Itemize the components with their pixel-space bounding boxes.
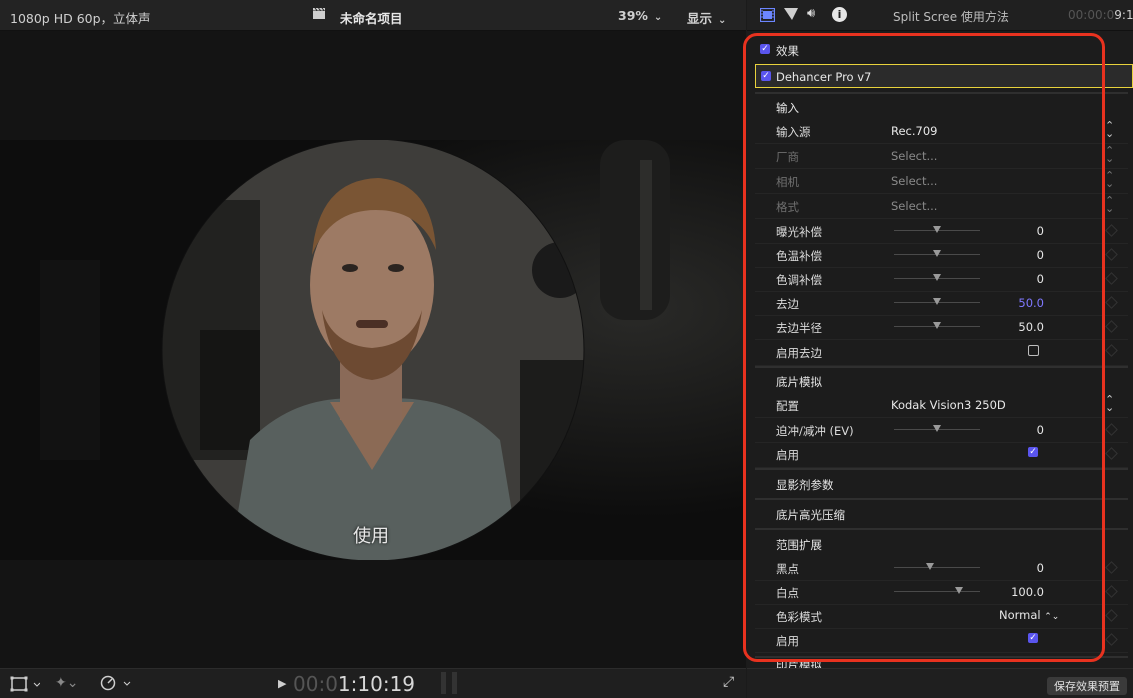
timecode-display[interactable]: 00:01:10:19 <box>293 672 415 696</box>
keyframe-icon[interactable] <box>1105 344 1118 357</box>
keyframe-icon[interactable] <box>1105 248 1118 261</box>
viewer-toolbar: 1080p HD 60p，立体声 未命名项目 39% ⌄ 显示 ⌄ <box>0 0 746 31</box>
play-icon[interactable]: ▶ <box>278 677 286 690</box>
keyframe-icon[interactable] <box>1105 561 1118 574</box>
keyframe-icon[interactable] <box>1105 609 1118 622</box>
subtitle-text: 使用 <box>353 526 389 547</box>
annotation-highlight <box>743 33 1105 662</box>
inspector-toolbar: 🔊︎ i Split Scree 使用方法 00:00:09:17 <box>747 0 1133 31</box>
stepper-icon[interactable]: ⌃ ⌄ <box>1105 145 1114 164</box>
level-meter <box>441 672 446 694</box>
level-meter <box>452 672 457 694</box>
viewer-bottom-bar: ✦⌄ ▶ 00:01:10:19 ⤢ <box>0 668 746 698</box>
color-inspector-icon[interactable] <box>784 7 798 24</box>
inspector-bottom-bar: 保存效果预置 <box>747 668 1133 698</box>
format-label: 1080p HD 60p，立体声 <box>10 11 151 26</box>
chevron-down-icon: ⌄ <box>718 15 727 26</box>
keyframe-icon[interactable] <box>1105 423 1118 436</box>
clip-timecode-dim: 00:00:0 <box>1068 8 1115 22</box>
fullscreen-icon[interactable]: ⤢ <box>723 674 734 690</box>
magic-wand-icon[interactable]: ✦⌄ <box>55 675 78 691</box>
keyframe-icon[interactable] <box>1105 272 1118 285</box>
display-menu[interactable]: 显示 ⌄ <box>687 8 726 27</box>
keyframe-icon[interactable] <box>1105 633 1118 646</box>
save-preset-button[interactable]: 保存效果预置 <box>1047 677 1127 695</box>
stepper-icon[interactable]: ⌃ ⌄ <box>1105 170 1114 189</box>
clapper-icon <box>312 7 326 23</box>
keyframe-icon[interactable] <box>1105 585 1118 598</box>
speed-icon[interactable] <box>100 675 134 694</box>
keyframe-icon[interactable] <box>1105 224 1118 237</box>
stepper-icon[interactable]: ⌃ ⌄ <box>1105 195 1114 214</box>
clip-timecode-value: 9:17 <box>1114 8 1133 22</box>
audio-inspector-icon[interactable]: 🔊︎ <box>807 6 815 21</box>
keyframe-icon[interactable] <box>1105 320 1118 333</box>
zoom-value: 39% <box>618 8 648 23</box>
info-icon[interactable]: i <box>832 7 847 22</box>
stepper-icon[interactable]: ⌃ ⌄ <box>1105 394 1114 413</box>
video-frame <box>0 140 746 560</box>
keyframe-icon[interactable] <box>1105 296 1118 309</box>
stepper-icon[interactable]: ⌃ ⌄ <box>1105 120 1114 139</box>
chevron-down-icon: ⌄ <box>653 12 663 23</box>
video-inspector-icon[interactable] <box>759 7 776 25</box>
clip-title: Split Scree 使用方法 <box>893 10 1009 24</box>
timecode-value: 1:10:19 <box>337 672 416 696</box>
project-title: 未命名项目 <box>340 11 403 26</box>
clip-timecode: 00:00:09:17 <box>1068 8 1133 22</box>
display-label: 显示 <box>687 11 713 26</box>
timecode-dim: 00:0 <box>293 672 338 696</box>
keyframe-icon[interactable] <box>1105 447 1118 460</box>
zoom-dropdown[interactable]: 39% ⌄ <box>618 8 662 23</box>
transform-icon[interactable] <box>10 676 41 695</box>
